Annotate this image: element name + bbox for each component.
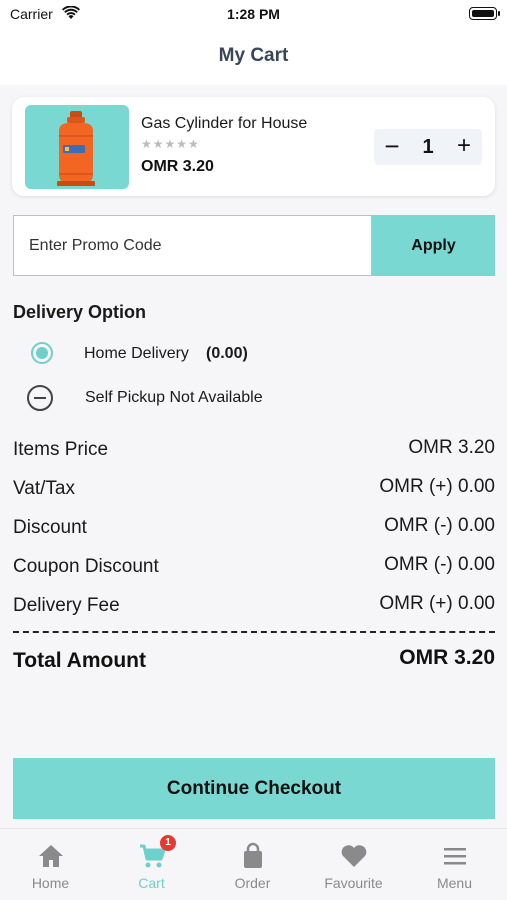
- product-price: OMR 3.20: [141, 158, 214, 175]
- heart-icon: [341, 845, 367, 867]
- status-bar: Carrier 1:28 PM: [0, 0, 507, 30]
- cart-count-badge: 1: [160, 835, 176, 851]
- tab-cart[interactable]: Cart: [101, 829, 202, 900]
- gas-cylinder-icon: [57, 111, 95, 186]
- quantity-value: 1: [422, 136, 434, 158]
- home-delivery-label[interactable]: Home Delivery: [84, 345, 189, 363]
- home-delivery-fee: (0.00): [206, 345, 248, 362]
- summary-label: Discount: [13, 517, 87, 538]
- quantity-stepper: − 1 +: [374, 129, 482, 165]
- tab-order[interactable]: Order: [202, 829, 303, 900]
- product-name[interactable]: Gas Cylinder for House: [141, 115, 307, 133]
- dashed-divider: [13, 631, 495, 633]
- tab-label: Cart: [138, 875, 165, 891]
- apply-promo-button[interactable]: Apply: [372, 215, 495, 276]
- product-image: [25, 105, 129, 189]
- summary-label: Delivery Fee: [13, 595, 120, 616]
- summary-row-delivery-fee: Delivery Fee OMR (+) 0.00: [13, 593, 495, 621]
- summary-label: Items Price: [13, 439, 109, 460]
- summary-value: OMR (-) 0.00: [384, 515, 495, 536]
- rating-stars: ★★★★★: [141, 137, 200, 151]
- increase-quantity-button[interactable]: +: [446, 129, 482, 165]
- summary-label: Vat/Tax: [13, 478, 75, 499]
- tab-label: Order: [234, 875, 271, 891]
- home-delivery-radio[interactable]: [31, 342, 53, 364]
- tab-label: Home: [31, 875, 70, 891]
- self-pickup-label: Self Pickup Not Available: [85, 389, 263, 406]
- summary-value: OMR (+) 0.00: [379, 476, 495, 497]
- total-amount-value: OMR 3.20: [399, 646, 495, 669]
- delivery-option-heading: Delivery Option: [13, 302, 147, 322]
- tab-favourite[interactable]: Favourite: [303, 829, 404, 900]
- total-amount-label: Total Amount: [13, 649, 146, 672]
- battery-icon: [469, 7, 500, 20]
- summary-row-vat: Vat/Tax OMR (+) 0.00: [13, 476, 495, 504]
- unavailable-icon: [27, 385, 53, 411]
- home-icon: [39, 845, 63, 867]
- summary-value: OMR 3.20: [408, 437, 495, 458]
- cart-item-card[interactable]: Gas Cylinder for House ★★★★★ OMR 3.20 − …: [12, 97, 495, 196]
- tab-label: Favourite: [324, 875, 383, 891]
- summary-row-discount: Discount OMR (-) 0.00: [13, 515, 495, 543]
- tab-home[interactable]: Home: [0, 829, 101, 900]
- tab-menu[interactable]: Menu: [404, 829, 505, 900]
- promo-code-input[interactable]: [13, 215, 372, 276]
- bag-icon: [244, 842, 262, 868]
- clock: 1:28 PM: [227, 6, 280, 22]
- summary-row-coupon-discount: Coupon Discount OMR (-) 0.00: [13, 554, 495, 582]
- continue-checkout-button[interactable]: Continue Checkout: [13, 758, 495, 819]
- summary-value: OMR (-) 0.00: [384, 554, 495, 575]
- summary-row-items-price: Items Price OMR 3.20: [13, 437, 495, 465]
- menu-icon: [444, 848, 466, 865]
- summary-label: Coupon Discount: [13, 556, 159, 577]
- summary-value: OMR (+) 0.00: [379, 593, 495, 614]
- tab-label: Menu: [436, 875, 473, 891]
- page-title: My Cart: [0, 30, 507, 85]
- decrease-quantity-button[interactable]: −: [374, 129, 410, 165]
- bottom-tab-bar: Home Cart 1 Order Favourite Menu: [0, 828, 507, 900]
